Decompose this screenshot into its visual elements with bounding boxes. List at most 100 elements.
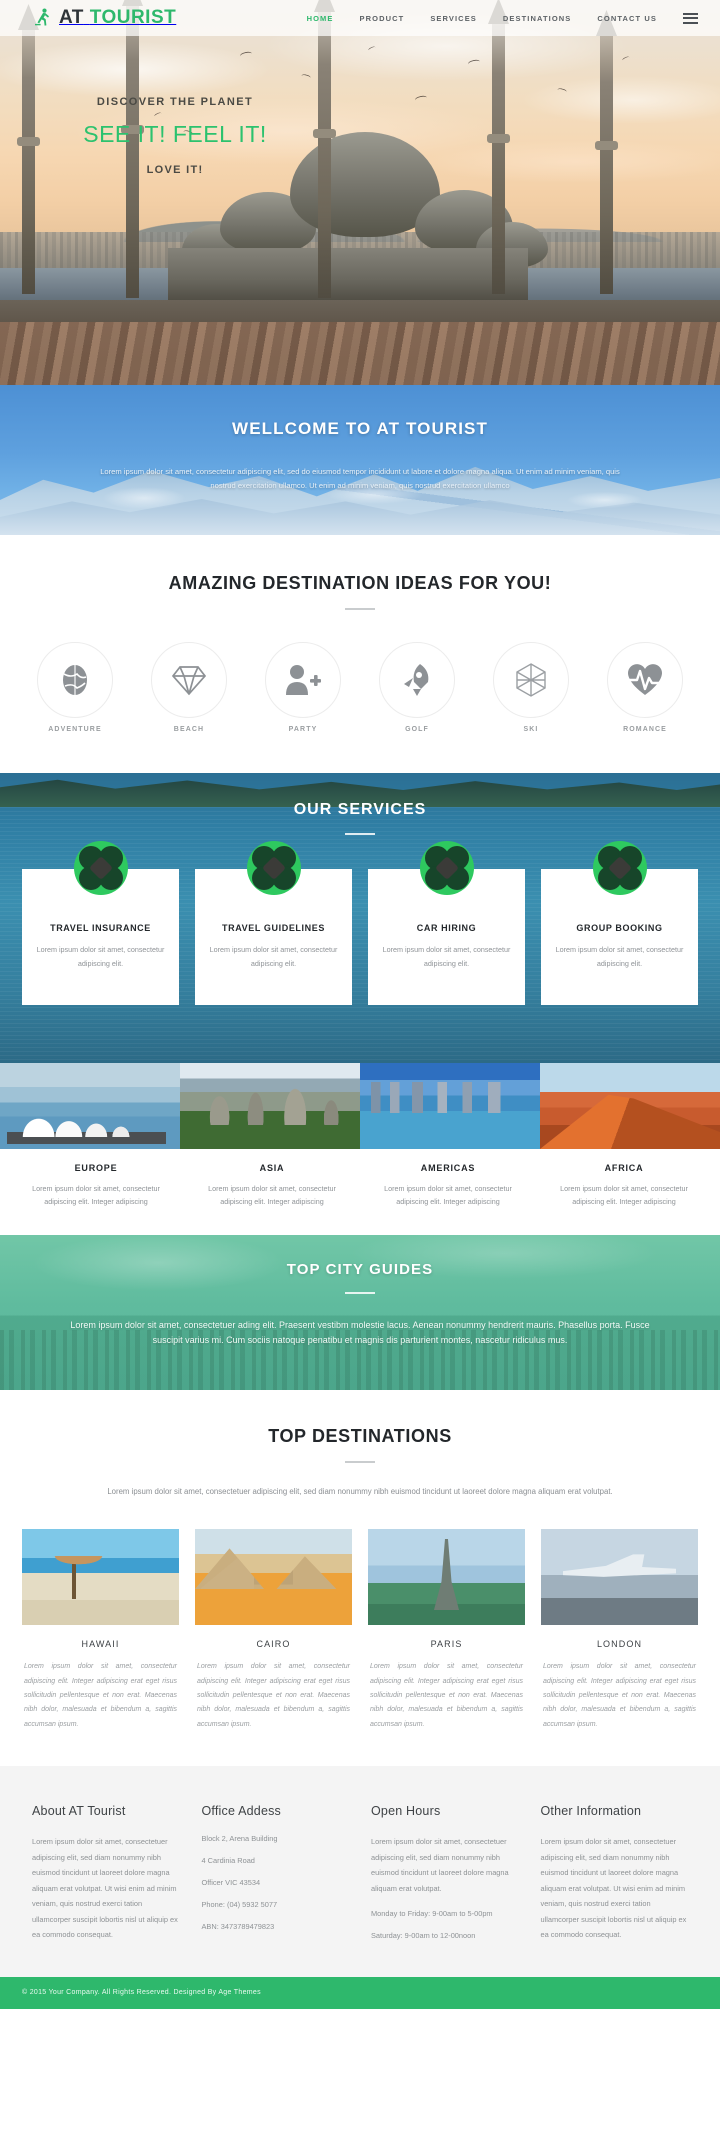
continent-name: EUROPE xyxy=(74,1163,118,1173)
idea-item-beach[interactable]: BEACH xyxy=(132,642,246,733)
address-line: Officer VIC 43534 xyxy=(201,1878,261,1888)
hero-subtitle: LOVE IT! xyxy=(146,164,204,176)
destination-desc: Lorem ipsum dolor sit amet, consectetur … xyxy=(197,1663,350,1728)
heartbeat-icon xyxy=(607,642,683,718)
guides-text: Lorem ipsum dolor sit amet, consectetuer… xyxy=(70,1319,650,1346)
idea-item-golf[interactable]: GOLF xyxy=(360,642,474,733)
nav-item-contact-us[interactable]: CONTACT US xyxy=(597,14,657,23)
pyramids-photo[interactable] xyxy=(195,1529,352,1626)
hexagon-outline-icon xyxy=(493,642,569,718)
destination-desc: Lorem ipsum dolor sit amet, consectetur … xyxy=(543,1663,696,1728)
service-card-title: TRAVEL INSURANCE xyxy=(50,923,151,933)
clover-icon xyxy=(73,841,128,895)
continent-name: AMERICAS xyxy=(420,1163,476,1173)
globe-icon xyxy=(37,642,113,718)
meteora-cliffs-photo[interactable] xyxy=(180,1063,360,1149)
desert-dune-photo[interactable] xyxy=(540,1063,720,1149)
brand-text: AT TOURIST xyxy=(59,7,176,29)
beach-umbrella-photo[interactable] xyxy=(22,1529,179,1626)
nav-item-services[interactable]: SERVICES xyxy=(430,14,477,23)
minaret xyxy=(313,6,336,298)
hero-section: DISCOVER THE PLANET SEE IT! FEEL IT! LOV… xyxy=(0,0,720,385)
continent-photo-row xyxy=(0,1063,720,1149)
minaret xyxy=(17,24,40,294)
address-line: Block 2, Arena Building xyxy=(201,1834,278,1844)
nav-item-product[interactable]: PRODUCT xyxy=(360,14,405,23)
footer-col-title: Office Addess xyxy=(201,1804,281,1819)
service-card-text: Lorem ipsum dolor sit amet, consectetur … xyxy=(209,945,338,968)
continent-name: ASIA xyxy=(259,1163,285,1173)
service-card-travel-guidelines[interactable]: TRAVEL GUIDELINES Lorem ipsum dolor sit … xyxy=(195,841,352,1005)
continent-desc: Lorem ipsum dolor sit amet, consectetur … xyxy=(32,1184,160,1207)
service-card-car-hiring[interactable]: CAR HIRING Lorem ipsum dolor sit amet, c… xyxy=(368,841,525,1005)
title-divider xyxy=(345,1460,375,1463)
idea-label: BEACH xyxy=(173,726,205,733)
nav-item-home[interactable]: HOME xyxy=(307,14,334,23)
hero-rooftops xyxy=(0,322,720,385)
eiffel-tower-photo[interactable] xyxy=(368,1529,525,1626)
footer-col-title: Open Hours xyxy=(371,1804,441,1819)
hiker-icon xyxy=(32,7,54,29)
continent-item-europe: EUROPE Lorem ipsum dolor sit amet, conse… xyxy=(8,1163,184,1209)
copyright-bar: © 2015 Your Company. All Rights Reserved… xyxy=(0,1976,720,2009)
main-navigation: HOME PRODUCT SERVICES DESTINATIONS CONTA… xyxy=(307,12,720,24)
footer-hours-text: Lorem ipsum dolor sit amet, consectetuer… xyxy=(371,1837,509,1893)
destination-item-hawaii[interactable]: HAWAII Lorem ipsum dolor sit amet, conse… xyxy=(22,1529,179,1732)
idea-label: ROMANCE xyxy=(623,726,667,733)
idea-label: SKI xyxy=(523,726,539,733)
idea-item-adventure[interactable]: ADVENTURE xyxy=(18,642,132,733)
rocket-icon xyxy=(379,642,455,718)
idea-label: PARTY xyxy=(288,726,318,733)
service-card-text: Lorem ipsum dolor sit amet, consectetur … xyxy=(382,945,511,968)
destination-item-cairo[interactable]: CAIRO Lorem ipsum dolor sit amet, consec… xyxy=(195,1529,352,1732)
site-footer: About AT Tourist Lorem ipsum dolor sit a… xyxy=(0,1766,720,1977)
city-guides-section: TOP CITY GUIDES Lorem ipsum dolor sit am… xyxy=(0,1234,720,1390)
welcome-section: WELLCOME TO AT TOURIST Lorem ipsum dolor… xyxy=(0,385,720,535)
title-divider xyxy=(345,833,375,835)
copyright-text: © 2015 Your Company. All Rights Reserved… xyxy=(22,1989,261,1997)
airplane-photo[interactable] xyxy=(541,1529,698,1626)
idea-item-party[interactable]: PARTY xyxy=(246,642,360,733)
service-card-title: CAR HIRING xyxy=(416,923,477,933)
service-card-title: GROUP BOOKING xyxy=(576,923,663,933)
sydney-opera-house-photo[interactable] xyxy=(0,1063,180,1149)
footer-col-title: Other Information xyxy=(540,1804,642,1819)
destination-item-london[interactable]: LONDON Lorem ipsum dolor sit amet, conse… xyxy=(541,1529,698,1732)
continent-desc: Lorem ipsum dolor sit amet, consectetur … xyxy=(560,1184,688,1207)
services-section: OUR SERVICES TRAVEL INSURANCE Lorem ipsu… xyxy=(0,773,720,1063)
top-destinations-section: TOP DESTINATIONS Lorem ipsum dolor sit a… xyxy=(0,1389,720,1767)
footer-other-text: Lorem ipsum dolor sit amet, consectetuer… xyxy=(540,1837,687,1940)
services-title: OUR SERVICES xyxy=(293,801,427,818)
destinations-intro: Lorem ipsum dolor sit amet, consectetuer… xyxy=(107,1486,613,1496)
mosque-base xyxy=(168,248,528,300)
harbour-skyline-photo[interactable] xyxy=(360,1063,540,1149)
continent-name: AFRICA xyxy=(604,1163,644,1173)
continent-desc: Lorem ipsum dolor sit amet, consectetur … xyxy=(384,1184,512,1207)
guides-title: TOP CITY GUIDES xyxy=(286,1260,434,1278)
brand-logo[interactable]: AT TOURIST xyxy=(0,7,176,29)
hamburger-menu-icon[interactable] xyxy=(683,12,698,24)
destinations-title: TOP DESTINATIONS xyxy=(268,1425,452,1446)
welcome-text: Lorem ipsum dolor sit amet, consectetur … xyxy=(100,467,620,491)
hero-copy: DISCOVER THE PLANET SEE IT! FEEL IT! LOV… xyxy=(55,96,295,176)
add-person-icon xyxy=(265,642,341,718)
continents-section: EUROPE Lorem ipsum dolor sit amet, conse… xyxy=(0,1063,720,1235)
destination-name: CAIRO xyxy=(256,1639,291,1650)
nav-item-destinations[interactable]: DESTINATIONS xyxy=(503,14,571,23)
services-cards: TRAVEL INSURANCE Lorem ipsum dolor sit a… xyxy=(0,841,720,1005)
clover-icon xyxy=(592,841,647,895)
service-card-travel-insurance[interactable]: TRAVEL INSURANCE Lorem ipsum dolor sit a… xyxy=(22,841,179,1005)
idea-item-romance[interactable]: ROMANCE xyxy=(588,642,702,733)
destination-item-paris[interactable]: PARIS Lorem ipsum dolor sit amet, consec… xyxy=(368,1529,525,1732)
clover-icon xyxy=(246,841,301,895)
title-divider xyxy=(345,608,375,610)
service-card-text: Lorem ipsum dolor sit amet, consectetur … xyxy=(36,945,165,968)
address-abn: ABN: 3473789479823 xyxy=(201,1922,275,1932)
minaret xyxy=(487,18,510,294)
welcome-title: WELLCOME TO AT TOURIST xyxy=(232,419,488,438)
idea-item-ski[interactable]: SKI xyxy=(474,642,588,733)
service-card-group-booking[interactable]: GROUP BOOKING Lorem ipsum dolor sit amet… xyxy=(541,841,698,1005)
brand-text-at: AT xyxy=(59,7,84,28)
footer-about-text: Lorem ipsum dolor sit amet, consectetuer… xyxy=(32,1837,178,1940)
service-card-title: TRAVEL GUIDELINES xyxy=(222,923,325,933)
